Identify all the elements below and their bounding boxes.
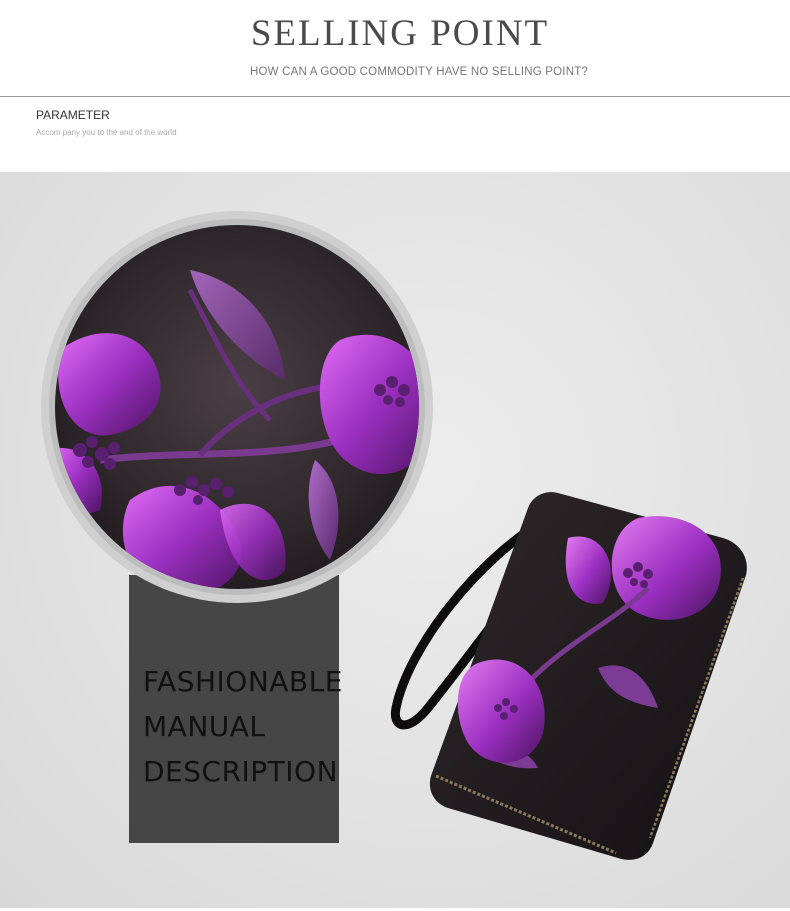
- parameter-label: PARAMETER: [36, 108, 110, 122]
- feature-line-3: DESCRIPTION: [143, 755, 339, 788]
- page-subtitle: HOW CAN A GOOD COMMODITY HAVE NO SELLING…: [249, 66, 589, 78]
- feature-line-2: MANUAL: [143, 710, 266, 743]
- leather-closeup-image: [41, 211, 433, 603]
- feature-line-1: FASHIONABLE: [143, 665, 343, 698]
- page-title: SELLING POINT: [250, 13, 550, 54]
- parameter-sub: Accom pany you to the and of the world: [36, 128, 177, 137]
- divider: [0, 96, 790, 97]
- feature-description-box: FASHIONABLE MANUAL DESCRIPTION: [129, 575, 342, 843]
- wallet-product-image: [390, 492, 747, 860]
- header-section: SELLING POINT HOW CAN A GOOD COMMODITY H…: [0, 0, 790, 97]
